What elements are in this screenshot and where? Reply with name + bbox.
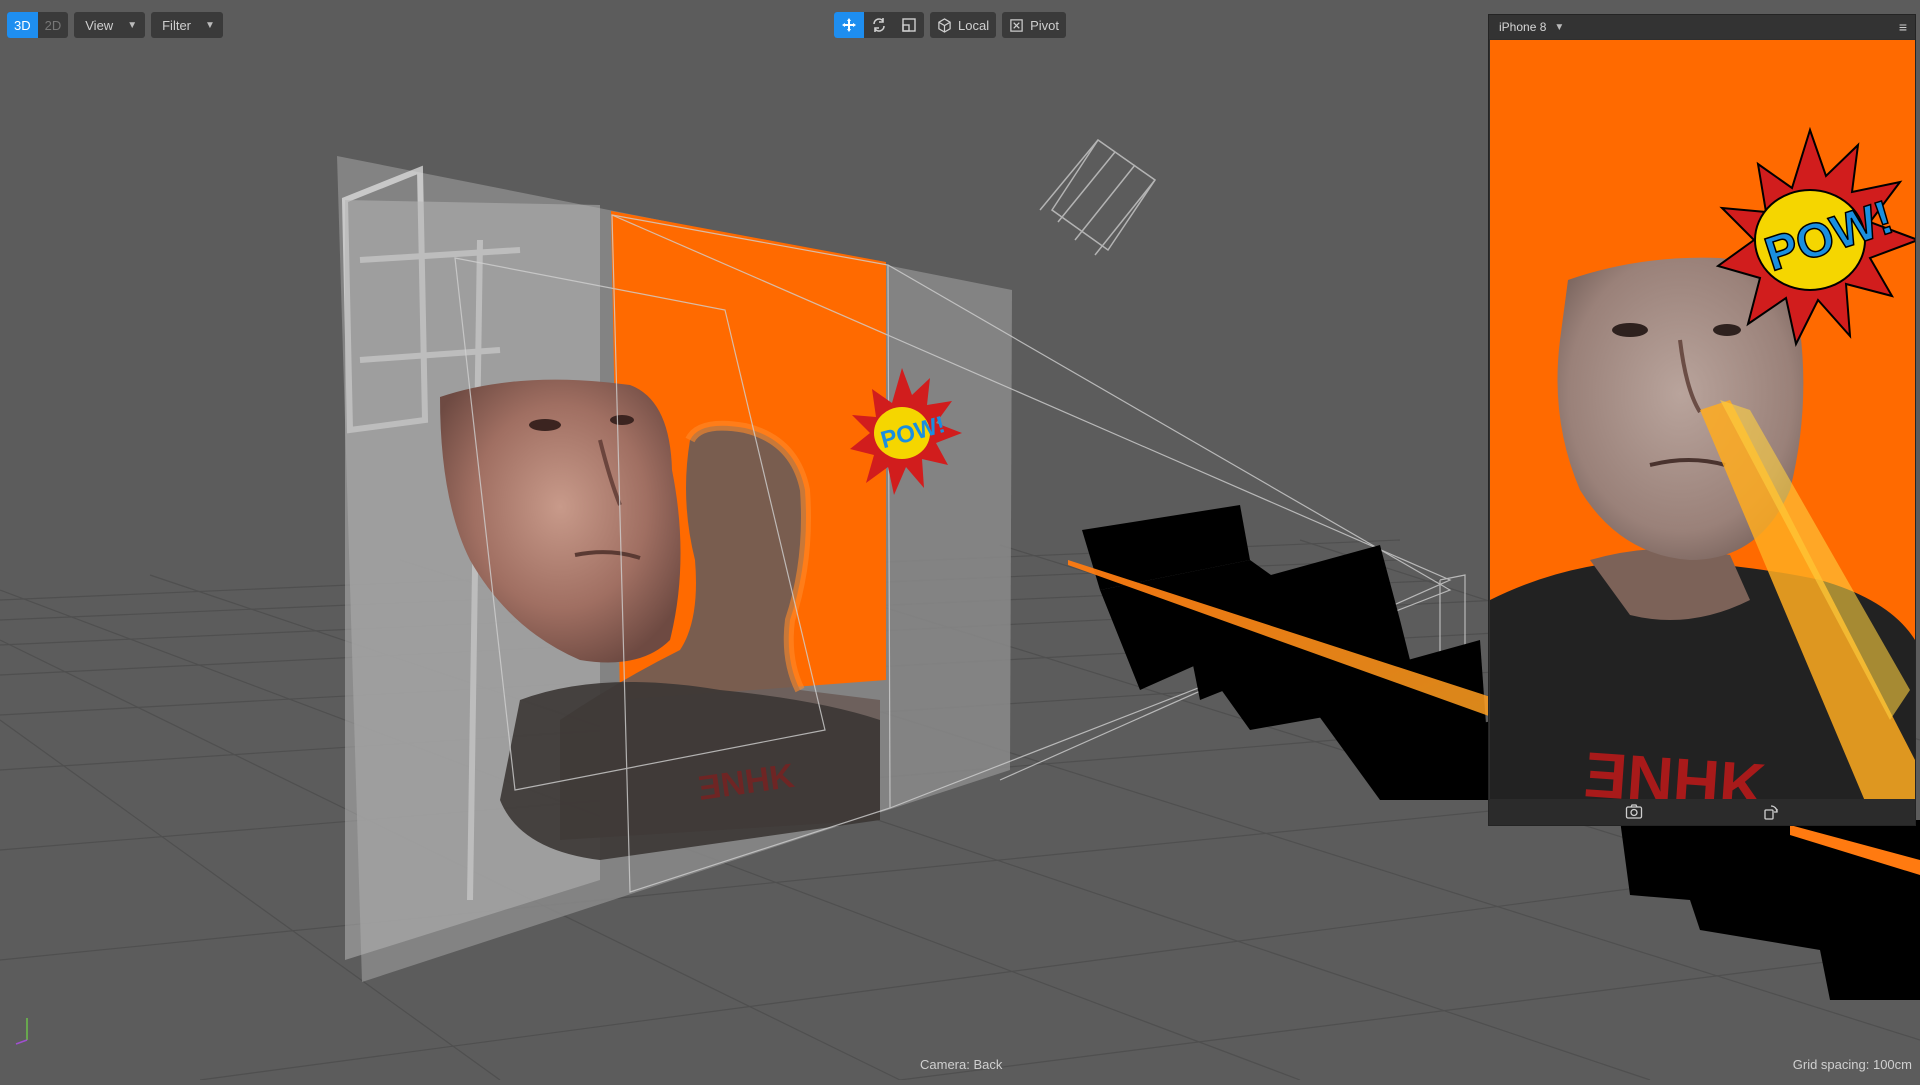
- device-preview-panel: iPhone 8 ▼ ≡ ƎNHK POW!: [1488, 14, 1916, 826]
- view-dropdown[interactable]: View ▼: [74, 12, 146, 38]
- mode-2d-button[interactable]: 2D: [38, 12, 69, 38]
- mode-3d-button[interactable]: 3D: [7, 12, 38, 38]
- left-toolbar: 3D 2D View ▼ Filter ▼: [7, 12, 223, 38]
- pivot-label: Pivot: [1030, 17, 1059, 33]
- pivot-icon: [1010, 18, 1023, 32]
- scale-tool-button[interactable]: [894, 12, 924, 38]
- move-icon: [842, 18, 856, 32]
- space-toggle[interactable]: Local: [930, 12, 997, 38]
- chevron-down-icon: ▼: [1554, 21, 1565, 33]
- preview-screen[interactable]: ƎNHK POW!: [1490, 40, 1915, 813]
- chevron-down-icon: ▼: [127, 19, 138, 31]
- scene-viewport[interactable]: ƎNHK POW! 3D 2D View ▼ Filter ▼ Local Pi…: [0, 0, 1920, 1081]
- device-label: iPhone 8: [1499, 20, 1547, 34]
- chevron-down-icon: ▼: [205, 19, 215, 31]
- dimension-toggle: 3D 2D: [7, 12, 69, 38]
- rotate-device-icon[interactable]: [1763, 804, 1779, 820]
- camera-status: Camera: Back: [920, 1057, 1003, 1072]
- grid-spacing-status: Grid spacing: 100cm: [1792, 1057, 1912, 1072]
- transform-tools: [834, 12, 924, 38]
- screenshot-icon[interactable]: [1625, 804, 1643, 820]
- rotate-tool-button[interactable]: [864, 12, 894, 38]
- light-gizmo: [1039, 138, 1157, 256]
- local-space-button[interactable]: Local: [930, 12, 996, 38]
- move-tool-button[interactable]: [834, 12, 864, 38]
- filter-dropdown[interactable]: Filter ▼: [151, 12, 223, 38]
- device-selector[interactable]: iPhone 8 ▼: [1499, 20, 1564, 34]
- transform-toolbar: Local Pivot: [834, 12, 1066, 38]
- view-dropdown-button[interactable]: View ▼: [74, 12, 145, 38]
- pivot-button[interactable]: Pivot: [1002, 12, 1066, 38]
- rotate-icon: [873, 18, 885, 32]
- filter-label: Filter: [162, 17, 191, 33]
- preview-header: iPhone 8 ▼ ≡: [1489, 15, 1915, 39]
- shirt-shape: [500, 682, 880, 860]
- local-label: Local: [958, 17, 990, 33]
- axis-gizmo: [15, 1018, 28, 1045]
- preview-footer: [1489, 799, 1915, 825]
- pivot-toggle[interactable]: Pivot: [1002, 12, 1066, 38]
- hamburger-icon[interactable]: ≡: [1899, 19, 1907, 35]
- view-label: View: [85, 17, 114, 33]
- cube-icon: [938, 17, 951, 33]
- scale-icon: [902, 18, 916, 32]
- filter-dropdown-button[interactable]: Filter ▼: [151, 12, 223, 38]
